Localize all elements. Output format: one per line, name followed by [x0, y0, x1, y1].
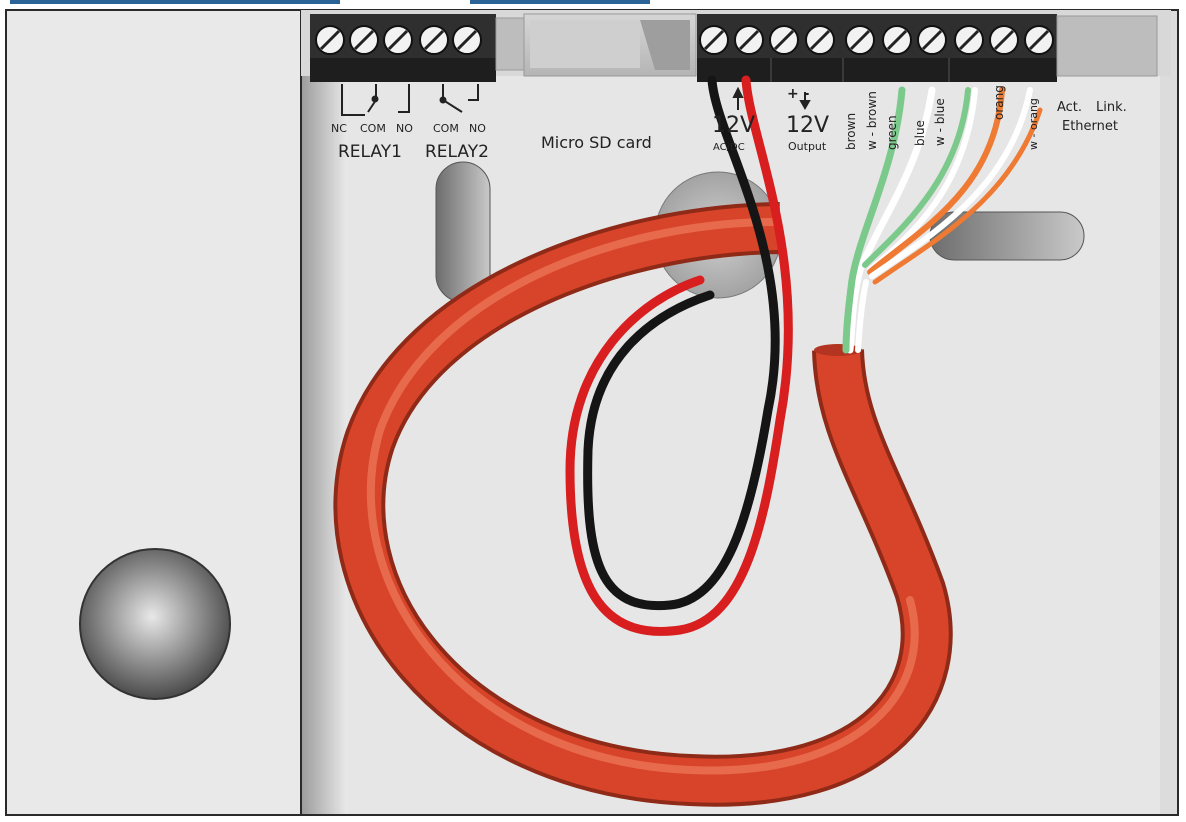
wire-label-w-orange: w - orang [1027, 98, 1040, 150]
mounting-knob [79, 548, 231, 700]
relay1-pin-nc: NC [331, 122, 347, 135]
wire-label-w-blue: w - blue [933, 98, 947, 146]
power-in-sub: AC/DC [713, 142, 745, 153]
ethernet-act-label: Act. [1057, 100, 1082, 115]
relay1-pin-com: COM [360, 122, 386, 135]
power-in-voltage: 12V [712, 113, 755, 138]
power-out-voltage: 12V [786, 113, 829, 138]
wire-label-brown: brown [844, 113, 858, 150]
wire-label-w-brown: w - brown [865, 91, 879, 150]
diagram-canvas: NC COM NO RELAY1 COM NO RELAY2 Micro SD … [0, 0, 1186, 816]
wiring-diagram: NC COM NO RELAY1 COM NO RELAY2 Micro SD … [0, 0, 1186, 822]
ethernet-link-label: Link. [1096, 100, 1127, 115]
ethernet-jack-housing [1056, 15, 1158, 77]
wire-label-blue: blue [913, 120, 927, 146]
relay1-pin-no: NO [396, 122, 413, 135]
relay2-pin-no: NO [469, 122, 486, 135]
enclosure-right-edge [1160, 11, 1177, 814]
relay1-label: RELAY1 [338, 142, 402, 162]
connector-housing [495, 17, 525, 71]
relay2-pin-com: COM [433, 122, 459, 135]
power-out-sub: Output [788, 140, 827, 153]
micro-sd-label: Micro SD card [541, 133, 652, 152]
wire-label-orange: orang [992, 85, 1006, 120]
header-title-fragment [470, 0, 650, 4]
header-title-fragment [10, 0, 340, 4]
wire-label-green: green [885, 115, 899, 150]
relay2-label: RELAY2 [425, 142, 489, 162]
ethernet-label: Ethernet [1062, 119, 1118, 134]
power-out-polarity: + - [787, 86, 810, 102]
micro-sd-slot [523, 13, 697, 77]
